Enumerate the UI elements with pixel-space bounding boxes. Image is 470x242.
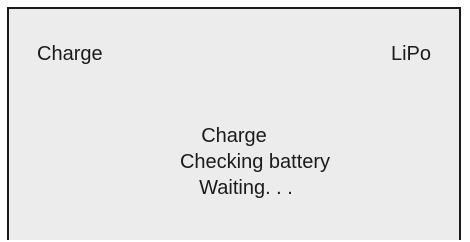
charger-lcd-screen: Charge LiPo Charge Checking battery Wait… bbox=[7, 7, 461, 240]
battery-type-label: LiPo bbox=[390, 43, 431, 65]
top-status-row: Charge LiPo bbox=[37, 43, 431, 66]
status-message-block: Charge Checking battery Waiting. . . bbox=[9, 123, 459, 201]
status-message: Checking battery bbox=[179, 151, 331, 173]
mode-label: Charge bbox=[37, 43, 103, 65]
status-detail: Waiting. . . bbox=[199, 177, 293, 199]
status-title: Charge bbox=[201, 125, 267, 147]
